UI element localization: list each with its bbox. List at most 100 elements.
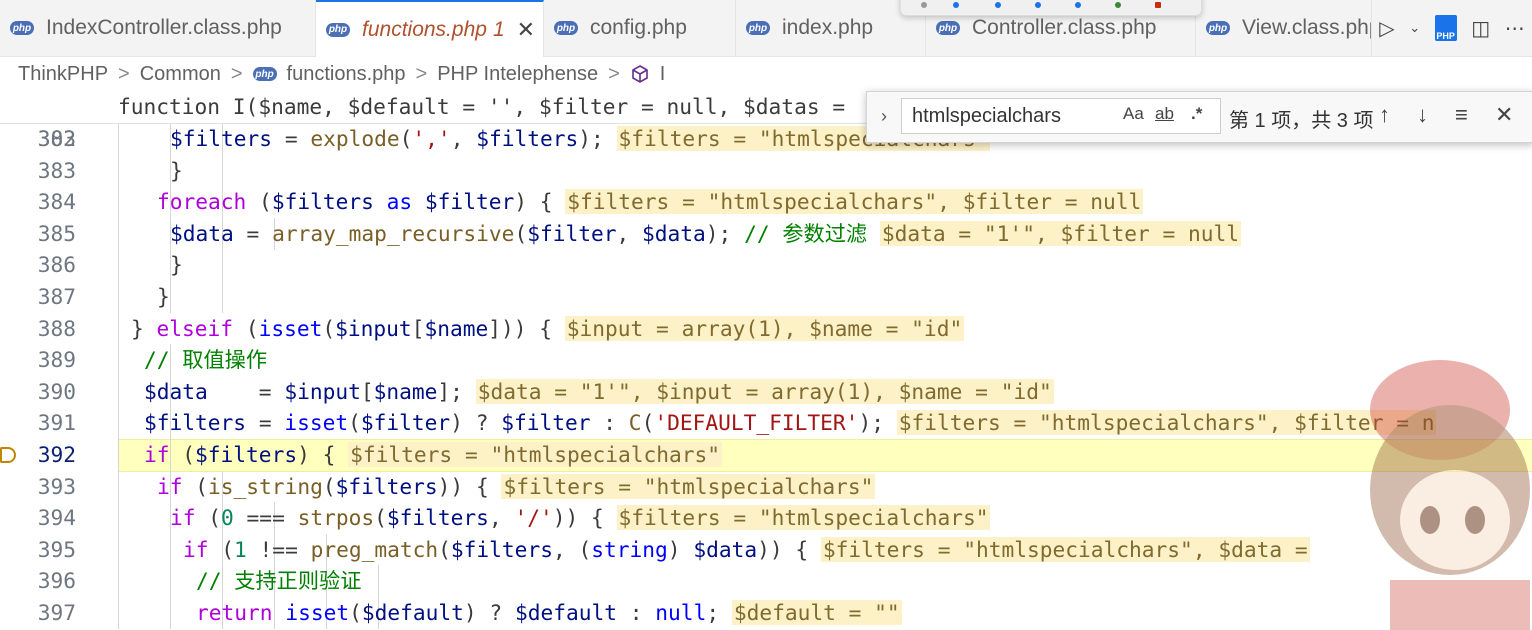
tab-label: functions.php	[362, 17, 487, 41]
breadcrumb-separator: >	[118, 62, 130, 85]
line-number[interactable]: 384	[24, 186, 76, 218]
tab-label: View.class.php	[1242, 16, 1372, 39]
arrow-up-icon[interactable]: ↑	[1379, 102, 1390, 128]
code-line[interactable]: 387}	[0, 281, 1532, 313]
chevron-down-icon[interactable]: ⌄	[1409, 20, 1420, 36]
match-case-toggle[interactable]: Aa	[1123, 104, 1144, 124]
indent-guide	[118, 439, 119, 471]
split-editor-icon[interactable]: ◫	[1471, 16, 1490, 41]
breadcrumb-separator: >	[415, 62, 428, 85]
indent-guide	[118, 312, 119, 345]
inline-debug-value: $filters = "htmlspecialchars", $data =	[820, 536, 1310, 562]
continue-icon[interactable]	[953, 2, 959, 8]
indent-guide	[118, 249, 119, 282]
more-actions-icon[interactable]: ⋯	[1505, 16, 1525, 41]
line-number[interactable]: 393	[24, 471, 76, 503]
debug-stopped-icon[interactable]	[0, 447, 16, 463]
line-number[interactable]: 396	[24, 565, 76, 597]
tab-index[interactable]: php index.php	[736, 0, 926, 56]
run-icon[interactable]: ▷	[1379, 16, 1394, 41]
tab-config[interactable]: php config.php	[544, 0, 736, 56]
code-editor[interactable]: 303 function I($name, $default = '', $fi…	[0, 91, 1532, 630]
line-number[interactable]: 389	[24, 344, 76, 376]
code-line[interactable]: 394 if (0 === strpos($filters, '/')) { $f…	[0, 502, 1532, 535]
code-line[interactable]: 392 if ($filters) { $filters = "htmlspeci…	[0, 439, 1532, 472]
line-number[interactable]: 387	[24, 281, 76, 313]
php-file-icon: php	[1206, 21, 1230, 35]
indent-guide	[118, 281, 119, 313]
regex-toggle[interactable]: .*	[1191, 104, 1202, 124]
breadcrumb-item[interactable]: functions.php	[287, 63, 406, 86]
line-number[interactable]: 385	[24, 218, 76, 250]
tab-label: IndexController.class.php	[46, 16, 282, 39]
breadcrumb-item[interactable]: ThinkPHP	[18, 63, 108, 86]
line-number[interactable]: 390	[24, 376, 76, 408]
indent-guide	[118, 407, 119, 440]
indent-guide	[118, 470, 119, 503]
tab-view-class[interactable]: php View.class.php	[1196, 0, 1372, 56]
line-number[interactable]: 391	[24, 407, 76, 439]
code-line[interactable]: 396 // 支持正则验证	[0, 565, 1532, 598]
whole-word-toggle[interactable]: ab	[1155, 104, 1174, 124]
line-number[interactable]: 388	[24, 313, 76, 345]
indent-guide	[118, 565, 119, 598]
line-number[interactable]: 395	[24, 534, 76, 566]
code-line[interactable]: 393 if (is_string($filters)) { $filters =…	[0, 470, 1532, 503]
find-widget: › htmlspecialchars Aa ab .* 第 1 项，共 3 项 …	[866, 91, 1532, 143]
find-in-selection-icon[interactable]: ≡	[1455, 102, 1468, 128]
code-line[interactable]: 395 if (1 !== preg_match($filters, (strin…	[0, 533, 1532, 566]
code-line[interactable]: 389 // 取值操作	[0, 344, 1532, 377]
close-icon[interactable]: ✕	[517, 17, 535, 43]
line-number: 303	[37, 126, 76, 151]
php-file-icon: php	[554, 21, 578, 35]
indent-guide	[170, 597, 171, 629]
code-line[interactable]: 397 return isset($default) ? $default : n…	[0, 597, 1532, 629]
tab-label: index.php	[782, 16, 874, 39]
code-line[interactable]: 385 $data = array_map_recursive($filter, …	[0, 217, 1532, 250]
code-text: if (is_string($filters)) { $filters = "h…	[157, 473, 876, 499]
code-text: $filters = isset($filter) ? $filter : C(…	[144, 410, 1437, 436]
breadcrumb-item[interactable]: I	[660, 63, 666, 86]
line-number[interactable]: 394	[24, 502, 76, 534]
indent-guide	[170, 281, 171, 313]
breadcrumb-item[interactable]: PHP Intelephense	[437, 63, 598, 86]
indent-guide	[118, 154, 119, 187]
line-number[interactable]: 397	[24, 597, 76, 629]
tab-label: Controller.class.php	[972, 16, 1157, 39]
code-text: $data = array_map_recursive($filter, $da…	[170, 220, 1242, 246]
indent-guide	[170, 533, 171, 566]
code-line[interactable]: 383}	[0, 154, 1532, 187]
inline-debug-value: $data = "1'", $filter = null	[879, 220, 1242, 246]
code-line[interactable]: 390 $data = $input[$name]; $data = "1'", …	[0, 375, 1532, 408]
step-out-icon[interactable]	[1075, 2, 1081, 8]
code-line[interactable]: 388 } elseif (isset($input[$name])) { $in…	[0, 312, 1532, 345]
inline-debug-value: $default = ""	[731, 600, 902, 625]
chevron-right-icon[interactable]: ›	[881, 106, 887, 127]
indent-guide	[118, 186, 119, 219]
step-into-icon[interactable]	[1035, 2, 1041, 8]
tab-functions[interactable]: php functions.php 1 ✕	[316, 0, 544, 57]
code-text: foreach ($filters as $filter) { $filters…	[157, 189, 1144, 215]
code-text: $data = $input[$name]; $data = "1'", $in…	[144, 378, 1054, 404]
close-icon[interactable]: ✕	[1495, 102, 1513, 128]
stop-icon[interactable]	[1155, 2, 1161, 8]
indent-guide	[222, 154, 223, 187]
code-line[interactable]: 391 $filters = isset($filter) ? $filter :…	[0, 407, 1532, 440]
line-number[interactable]: 386	[24, 249, 76, 281]
drag-handle-icon[interactable]	[921, 2, 927, 8]
editor-tab-bar: php IndexController.class.php php functi…	[0, 0, 1532, 57]
step-over-icon[interactable]	[995, 2, 1001, 8]
code-text: function I($name, $default = '', $filter…	[118, 94, 858, 119]
breadcrumb-item[interactable]: Common	[140, 63, 221, 86]
indent-guide	[378, 565, 379, 598]
tab-indexcontroller[interactable]: php IndexController.class.php	[0, 0, 316, 56]
line-number[interactable]: 392	[24, 439, 76, 471]
php-pdf-icon[interactable]: PHP	[1434, 15, 1457, 41]
code-line[interactable]: 386}	[0, 249, 1532, 282]
restart-icon[interactable]	[1115, 2, 1121, 8]
code-text: } elseif (isset($input[$name])) { $input…	[131, 315, 965, 341]
arrow-down-icon[interactable]: ↓	[1417, 102, 1428, 128]
problem-count-badge: 1	[492, 17, 505, 41]
inline-debug-value: $input = array(1), $name = "id"	[564, 315, 965, 341]
code-line[interactable]: 384 foreach ($filters as $filter) { $filt…	[0, 186, 1532, 219]
